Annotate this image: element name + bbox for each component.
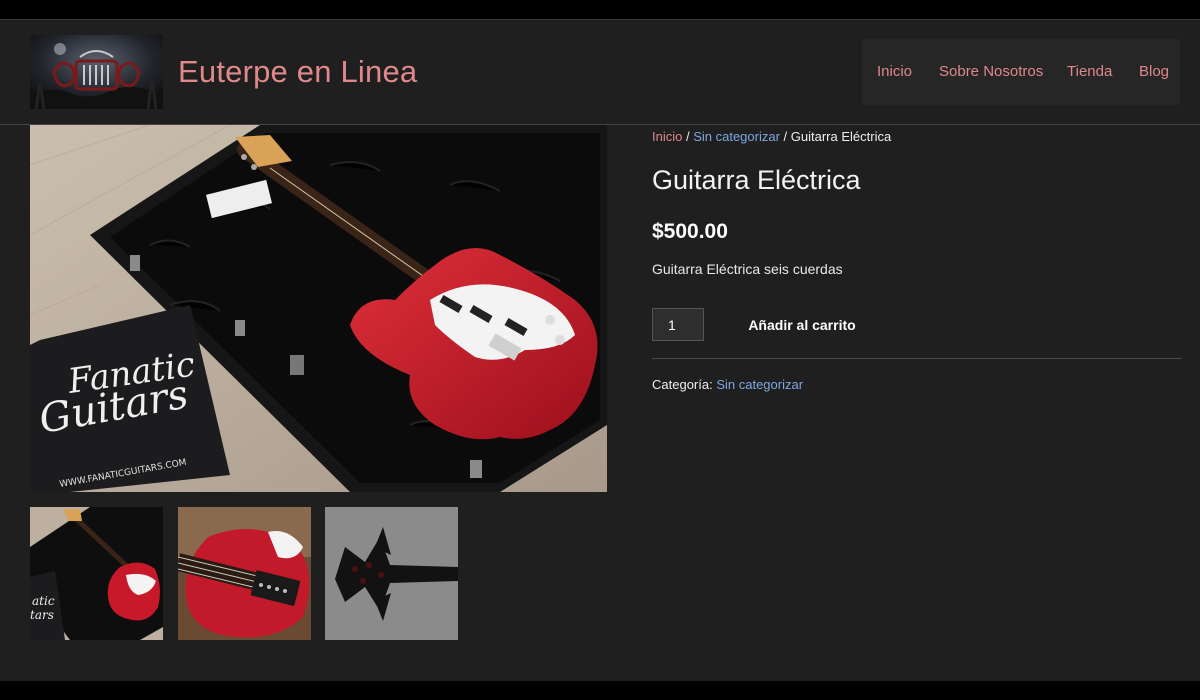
thumbnail-1[interactable]: atic tars <box>30 507 163 640</box>
nav-item-sobre-nosotros[interactable]: Sobre Nosotros <box>939 63 1043 80</box>
svg-text:atic: atic <box>32 594 55 608</box>
product-meta: Categoría: Sin categorizar <box>652 377 803 392</box>
category-label: Categoría: <box>652 377 717 392</box>
divider <box>652 358 1182 359</box>
site-title[interactable]: Euterpe en Linea <box>178 54 417 90</box>
breadcrumb-separator: / <box>779 129 791 144</box>
thumbnail-3[interactable] <box>325 507 458 640</box>
product-price: $500.00 <box>652 220 728 243</box>
site-logo[interactable] <box>30 35 163 109</box>
svg-text:tars: tars <box>30 608 54 622</box>
add-to-cart-button[interactable]: Añadir al carrito <box>732 308 872 341</box>
product-description: Guitarra Eléctrica seis cuerdas <box>652 261 843 277</box>
page: Euterpe en Linea Inicio Sobre Nosotros T… <box>0 20 1200 681</box>
product-title: Guitarra Eléctrica <box>652 165 861 195</box>
nav-item-blog[interactable]: Blog <box>1139 63 1169 80</box>
nav-item-inicio[interactable]: Inicio <box>877 63 912 80</box>
product-main-image[interactable]: Fanatic Guitars WWW.FANATICGUITARS.COM <box>30 125 607 492</box>
main-nav: Inicio Sobre Nosotros Tienda Blog <box>862 39 1180 105</box>
nav-item-tienda[interactable]: Tienda <box>1067 63 1112 80</box>
thumbnail-2[interactable] <box>178 507 311 640</box>
breadcrumb-category-link[interactable]: Sin categorizar <box>693 129 780 144</box>
breadcrumb: Inicio / Sin categorizar / Guitarra Eléc… <box>652 129 891 144</box>
category-link[interactable]: Sin categorizar <box>716 377 803 392</box>
breadcrumb-current: Guitarra Eléctrica <box>790 129 892 144</box>
breadcrumb-home-link[interactable]: Inicio <box>652 129 682 144</box>
breadcrumb-separator: / <box>682 129 694 144</box>
site-header: Euterpe en Linea Inicio Sobre Nosotros T… <box>0 20 1200 125</box>
quantity-input[interactable] <box>652 308 704 341</box>
